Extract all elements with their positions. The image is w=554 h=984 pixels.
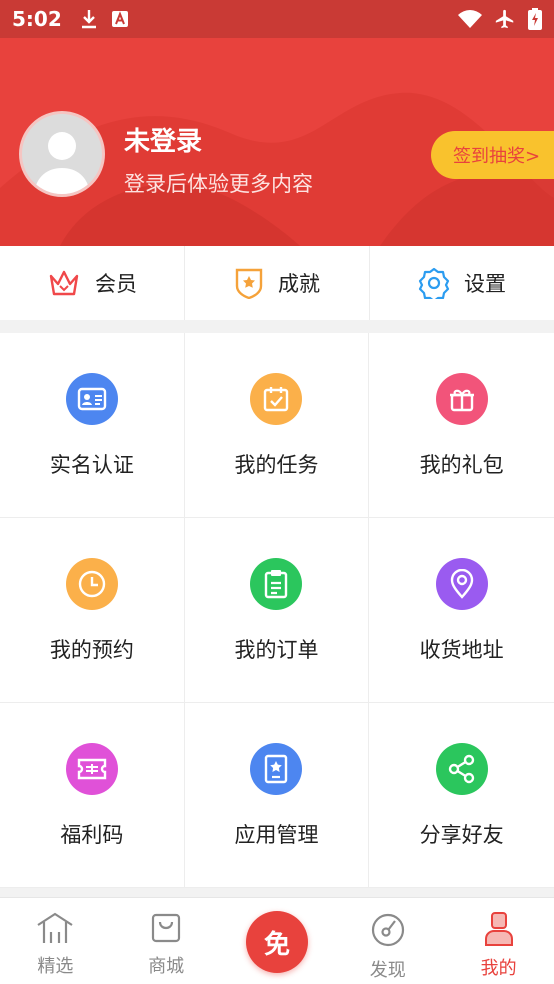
app-manage-icon: [250, 743, 303, 795]
achievement-label: 成就: [278, 272, 320, 296]
battery-charging-icon: [528, 8, 542, 30]
grid-item-welfare-code[interactable]: 福利码: [0, 703, 185, 888]
gift-icon: [435, 373, 488, 425]
grid-item-real-name[interactable]: 实名认证: [0, 333, 185, 518]
task-calendar-icon: [250, 373, 303, 425]
signin-lottery-button[interactable]: 签到抽奖>: [431, 131, 554, 179]
id-card-icon: [65, 373, 118, 425]
crown-icon: [49, 270, 79, 296]
compass-icon: [371, 913, 404, 947]
grid-item-label: 实名认证: [49, 453, 134, 477]
grid-item-share[interactable]: 分享好友: [369, 703, 554, 888]
wifi-icon: [458, 10, 482, 28]
grid-item-my-gifts[interactable]: 我的礼包: [369, 333, 554, 518]
grid-item-label: 我的订单: [234, 638, 319, 662]
username[interactable]: 未登录: [124, 121, 202, 158]
tab-label: 精选: [37, 956, 74, 977]
share-icon: [435, 743, 488, 795]
status-bar: 5:02: [0, 0, 554, 38]
grid-item-label: 我的任务: [234, 453, 319, 477]
profile-icon: [484, 912, 513, 946]
feature-grid: 实名认证 我的任务 我的礼包 我的预约 我的订单 收货地址 福利码 应用管理 分…: [0, 333, 554, 888]
location-pin-icon: [435, 558, 488, 610]
grid-item-label: 收货地址: [419, 638, 504, 662]
grid-item-label: 分享好友: [419, 823, 504, 847]
tab-label: 我的: [480, 958, 517, 979]
gear-icon: [418, 267, 450, 299]
grid-item-orders[interactable]: 我的订单: [184, 518, 370, 703]
download-icon: [81, 10, 96, 29]
avatar[interactable]: [19, 111, 105, 197]
grid-item-label: 福利码: [60, 823, 124, 847]
vip-label: 会员: [95, 272, 137, 296]
vip-button[interactable]: 会员: [0, 246, 185, 320]
font-a-icon: [111, 11, 128, 27]
grid-item-label: 应用管理: [234, 823, 319, 847]
tab-mine[interactable]: 我的: [443, 898, 554, 984]
home-icon: [37, 912, 73, 943]
clipboard-icon: [250, 558, 303, 610]
clock-icon: [65, 558, 118, 610]
free-center-button[interactable]: 免: [246, 911, 308, 973]
grid-item-app-manage[interactable]: 应用管理: [184, 703, 370, 888]
grid-item-address[interactable]: 收货地址: [369, 518, 554, 703]
ticket-icon: [65, 743, 118, 795]
shopping-bag-icon: [152, 913, 181, 943]
tab-mall[interactable]: 商城: [111, 898, 222, 984]
achievement-button[interactable]: 成就: [185, 246, 370, 320]
tab-label: 发现: [369, 960, 406, 981]
default-avatar-icon: [34, 132, 90, 194]
airplane-icon: [495, 9, 514, 29]
settings-label: 设置: [464, 272, 506, 296]
grid-item-my-tasks[interactable]: 我的任务: [184, 333, 370, 518]
tab-featured[interactable]: 精选: [0, 898, 111, 984]
grid-item-label: 我的礼包: [419, 453, 504, 477]
badge-icon: [235, 268, 263, 299]
grid-item-reservations[interactable]: 我的预约: [0, 518, 185, 703]
tab-discover[interactable]: 发现: [332, 898, 443, 984]
settings-button[interactable]: 设置: [370, 246, 554, 320]
profile-header: 未登录 登录后体验更多内容 签到抽奖>: [0, 38, 554, 246]
quick-actions-row: 会员 成就 设置: [0, 246, 554, 320]
tab-label: 商城: [148, 956, 185, 977]
login-hint: 登录后体验更多内容: [124, 172, 313, 196]
status-time: 5:02: [12, 7, 62, 31]
grid-item-label: 我的预约: [49, 638, 134, 662]
